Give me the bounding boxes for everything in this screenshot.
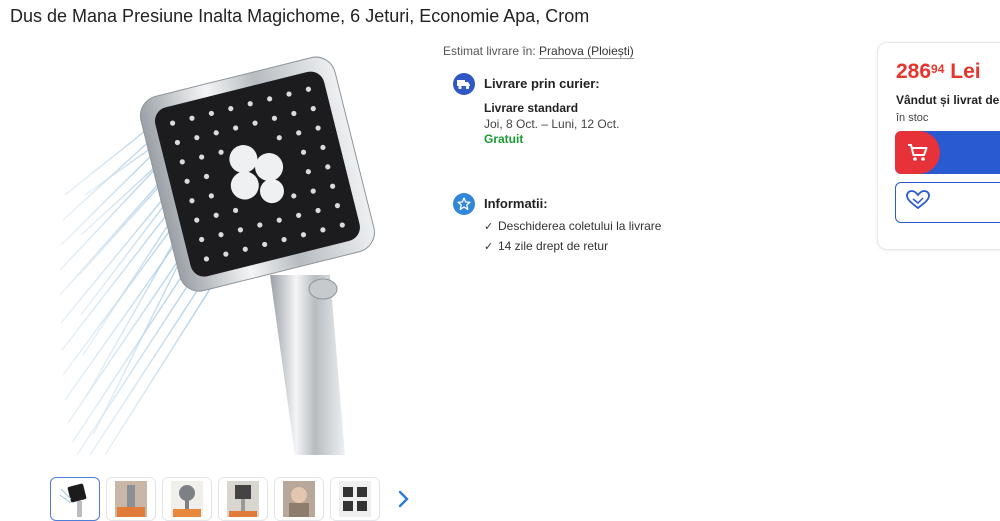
courier-details: Livrare standard Joi, 8 Oct. – Luni, 12 … (484, 101, 619, 148)
stock-status: în stoc (896, 112, 929, 124)
thumbnail-1[interactable] (50, 477, 100, 521)
product-price: 28694 Lei (896, 60, 981, 84)
delivery-cost: Gratuit (484, 132, 524, 146)
delivery-estimate: Estimat livrare în: Prahova (Ploiești) (443, 44, 634, 59)
info-item-label: Deschiderea coletului la livrare (498, 219, 662, 233)
price-currency: Lei (950, 60, 981, 83)
thumbnail-3[interactable] (162, 477, 212, 521)
check-icon: ✓ (484, 240, 494, 253)
price-integer: 286 (896, 60, 932, 83)
courier-delivery-block: Livrare prin curier: Livrare standard Jo… (453, 73, 753, 153)
buy-box: 28694 Lei Vândut și livrat de în stoc (877, 42, 1000, 250)
product-title: Dus de Mana Presiune Inalta Magichome, 6… (10, 6, 590, 26)
shower-head-image (59, 56, 375, 456)
star-icon (453, 193, 475, 215)
product-main-image[interactable] (55, 45, 385, 456)
info-item-label: 14 zile drept de retur (498, 239, 609, 253)
standard-delivery-label: Livrare standard (484, 101, 579, 115)
delivery-location-link[interactable]: Prahova (Ploiești) (539, 44, 634, 59)
courier-title: Livrare prin curier: (484, 76, 600, 91)
thumbnail-2[interactable] (106, 477, 156, 521)
price-decimals: 94 (931, 62, 945, 76)
info-block: Informatii: ✓ Deschiderea coletului la l… (453, 193, 753, 263)
list-item: ✓ Deschiderea coletului la livrare (484, 216, 661, 236)
heart-icon (906, 190, 930, 215)
cart-icon (895, 131, 940, 174)
chevron-right-icon[interactable] (394, 477, 414, 521)
thumbnail-strip (50, 477, 414, 521)
seller-info: Vândut și livrat de (896, 93, 1000, 107)
add-to-cart-button[interactable] (895, 131, 1000, 174)
info-title: Informatii: (484, 196, 548, 211)
list-item: ✓ 14 zile drept de retur (484, 236, 661, 256)
thumbnail-5[interactable] (274, 477, 324, 521)
truck-icon (453, 73, 475, 95)
check-icon: ✓ (484, 220, 494, 233)
delivery-dates: Joi, 8 Oct. – Luni, 12 Oct. (484, 116, 620, 131)
delivery-estimate-label: Estimat livrare în: (443, 44, 536, 58)
add-to-favorites-button[interactable] (895, 182, 1000, 223)
thumbnail-4[interactable] (218, 477, 268, 521)
thumbnail-6[interactable] (330, 477, 380, 521)
info-list: ✓ Deschiderea coletului la livrare ✓ 14 … (484, 216, 661, 256)
